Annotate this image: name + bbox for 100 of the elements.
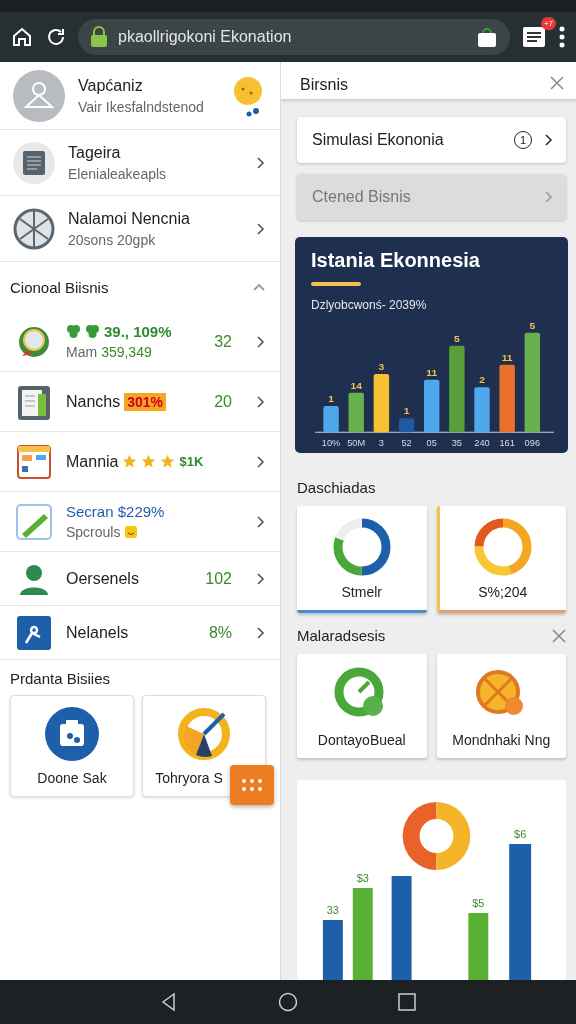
chart-bar [398,418,415,433]
menu-button[interactable]: Simulasi Ekononia 1 [297,117,566,163]
chart-bar [322,920,343,980]
star-icon [160,454,176,469]
item-subtitle: Elenialeakeapls [68,165,168,182]
recents-icon[interactable] [396,992,417,1012]
close-icon[interactable] [552,628,566,643]
item-count: 32 [214,332,232,351]
chart-bar [424,379,440,433]
chevron-icon [256,394,266,409]
chart-bar [468,913,489,980]
section-title: Cionoal Biisnis [10,278,109,296]
list-row[interactable]: Mannia $1K [0,432,280,492]
briefcase-icon [44,706,100,762]
bar-value-label: 11 [426,367,438,378]
bar-value-label: 2 [479,374,485,386]
collapse-icon[interactable] [252,282,266,292]
address-bar[interactable]: pkaollrigokoni Ekonation [78,19,510,55]
profile-row[interactable]: Vapćaniz Vair Ikesfalndstenod [0,62,280,130]
bar-value-label: 5 [454,333,460,344]
amount-text: $1K [179,454,204,469]
pie-chart-icon [176,706,232,762]
chart-title: Istania Ekonnesia [311,249,481,272]
chart-bar [499,364,515,433]
chevron-icon [256,571,266,586]
menu-item[interactable]: Tageira Elenialeakeapls [0,130,280,196]
bar-value-label: 1 [403,405,410,417]
product-card[interactable]: Doone Sak [10,695,134,797]
analysis-card[interactable]: Mondnhaki Nng [436,654,566,758]
item-subtitle: 20sons 20gpk [68,231,157,248]
home-icon[interactable] [10,25,34,49]
section-title: Malaradsesis [297,627,386,644]
bar-value-label: 3 [378,361,385,373]
product-card[interactable]: Tohryora S [142,695,266,797]
percent-badge: 301% [124,392,167,411]
profile-subtitle: Vair Ikesfalndstenod [78,98,205,115]
list-row[interactable]: Oersenels 102 [0,552,280,606]
item-title: Mannia [66,452,119,471]
bar-value-label: $6 [514,828,527,840]
pencil-icon [14,501,54,542]
chart-bar [348,392,364,433]
axis-label: 10% [321,438,341,449]
item-title: Secran $229% [66,503,166,520]
bar-value-label: $3 [356,872,369,884]
axis-label: 240 [474,438,490,449]
bar-value-label: 33 [326,904,339,916]
donut-drawing [402,802,471,870]
star-icon [141,454,157,469]
analysis-card[interactable]: DontayoBueal [297,654,427,758]
close-icon[interactable] [550,76,564,90]
item-subtitle: Mam [66,344,98,360]
item-count: 102 [205,569,232,588]
bar-value-label: 1 [328,393,334,405]
chevron-icon [256,454,266,469]
chevron-icon [256,514,266,529]
item-title: Nanchs [66,392,121,411]
menu-item[interactable]: Nalamoi Nencnia 20sons 20gpk [0,196,280,262]
axis-label: 50M [347,438,366,449]
clover-icon [85,324,100,339]
axis-label: 05 [426,438,437,449]
item-title: Nelanels [66,623,130,642]
bag-icon[interactable] [476,26,498,48]
chevron-icon [256,334,266,349]
axis-label: 35 [451,438,462,449]
axis-label: 161 [499,438,515,449]
axis-label: 096 [524,438,541,449]
bar-value-label: 11 [501,352,513,363]
item-title: Oersenels [66,569,140,588]
lock-icon [90,26,108,48]
smiley-icon [124,525,139,539]
list-row[interactable]: Secran $229% Spcrouls [0,492,280,552]
section-title: Prdanta Bisiies [9,669,112,689]
chevron-icon [256,155,266,170]
document-icon [12,140,56,185]
chevron-icon [256,625,266,640]
stat-value: 39., 109% [104,323,172,340]
dots-grid-icon [240,777,264,793]
home-icon[interactable] [278,992,298,1012]
list-row[interactable]: Nelanels 8% [0,606,280,660]
stat-amount: 359,349 [101,344,152,360]
item-count: 20 [214,392,232,411]
chevron-icon [544,133,554,147]
dashboard-card[interactable]: Stmelr [297,506,427,613]
list-row[interactable]: Nanchs 301% 20 [0,372,280,432]
section-title: Daschiadas [297,479,376,496]
item-count: 8% [208,623,232,642]
avatar-icon [12,68,66,123]
bar-value-label: $5 [472,897,485,909]
axis-label: 3 [378,438,384,449]
dashboard-card[interactable]: S%;204 [436,506,566,613]
chevron-icon [544,190,554,204]
more-icon[interactable] [558,25,566,49]
bar-value-label: 5 [529,320,536,331]
notification-badge: +7 [540,17,556,30]
panel-title: Birsnis [300,76,348,94]
chart-bar [373,374,390,433]
profile-name: Vapćaniz [78,76,144,95]
chart-bar [323,406,339,433]
list-row[interactable]: 39., 109% Mam 359,349 32 [0,312,280,372]
chevron-icon [256,221,266,236]
